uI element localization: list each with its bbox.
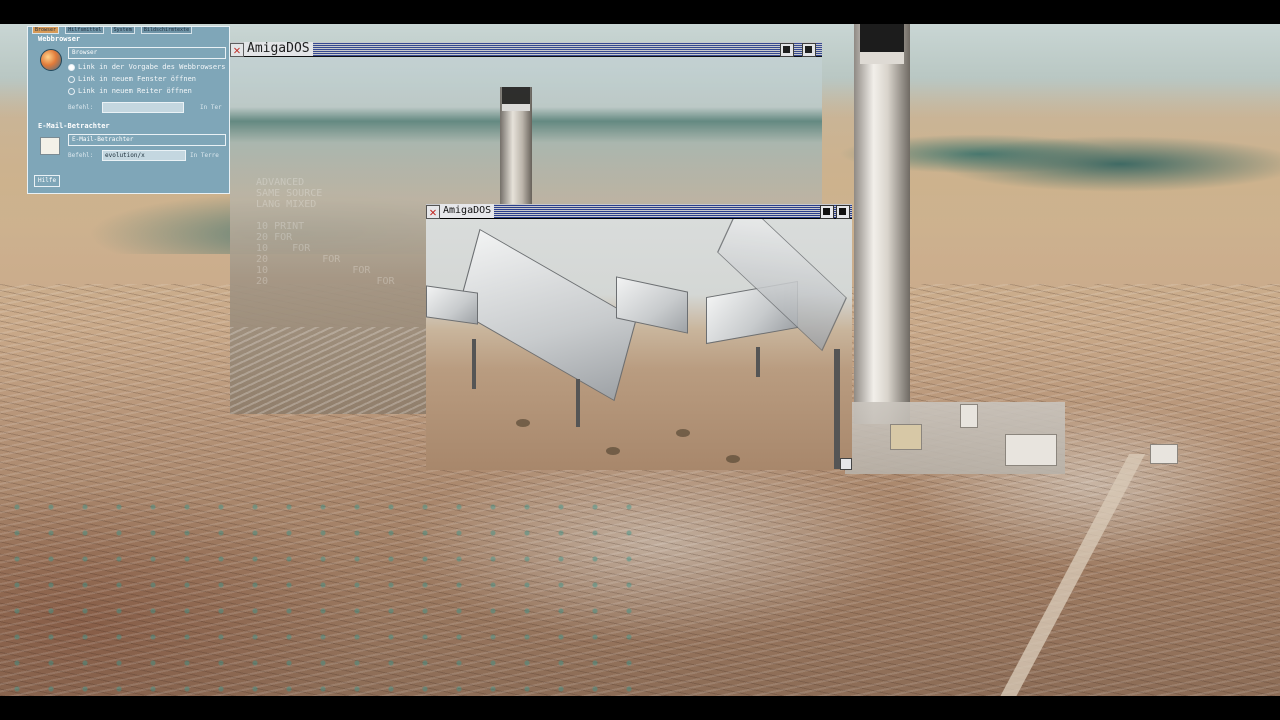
- option-link-new-window[interactable]: Link in neuem Fenster öffnen: [68, 75, 196, 83]
- preferences-window: Browser Hilfsmittel System Bildschirmtex…: [27, 26, 230, 194]
- close-gadget[interactable]: ✕: [426, 205, 440, 219]
- command-label: Befehl:: [68, 152, 94, 159]
- letterbox-bottom: [0, 696, 1280, 720]
- option-link-default[interactable]: Link in der Vorgabe des Webbrowsers öffn…: [68, 63, 229, 71]
- option-label: Link in neuem Fenster öffnen: [78, 75, 197, 83]
- amigados-window-front: ✕ AmigaDOS: [426, 204, 852, 470]
- in-front-label: In Ter: [200, 104, 222, 111]
- heliostat-post: [472, 339, 476, 389]
- plant-building: [960, 404, 978, 428]
- zoom-gadget[interactable]: [802, 43, 816, 57]
- resize-gadget[interactable]: [840, 458, 852, 470]
- mirror-pattern: [0, 494, 660, 694]
- close-gadget[interactable]: ✕: [230, 43, 244, 57]
- close-icon: ✕: [429, 205, 437, 219]
- section-heading-email: E-Mail-Betrachter: [38, 122, 110, 130]
- tab-browser[interactable]: Browser: [32, 27, 60, 34]
- plant-building: [1005, 434, 1057, 466]
- window-title: AmigaDOS: [244, 42, 313, 56]
- plant-building: [1150, 444, 1178, 464]
- in-front-label: In Terre: [190, 152, 219, 159]
- window-title: AmigaDOS: [440, 204, 495, 218]
- heliostat-panel: [426, 285, 478, 325]
- heliostat-texture: [230, 327, 430, 414]
- tab-bildschirmtexte[interactable]: Bildschirmtexte: [140, 27, 193, 34]
- depth-gadget[interactable]: [820, 205, 834, 219]
- prefs-tabs: Browser Hilfsmittel System Bildschirmtex…: [32, 27, 229, 34]
- email-command-field[interactable]: evolution/x: [102, 150, 186, 161]
- mail-icon: [40, 137, 60, 155]
- email-viewer-button[interactable]: E-Mail-Betrachter: [68, 134, 226, 146]
- browser-command-field[interactable]: [102, 102, 184, 113]
- solar-tower-cap: [860, 24, 904, 64]
- browser-button[interactable]: Browser: [68, 47, 226, 59]
- tab-hilfsmittel[interactable]: Hilfsmittel: [65, 27, 105, 34]
- help-label: Hilfe: [38, 177, 57, 184]
- heliostat-post: [756, 347, 760, 377]
- tab-system[interactable]: System: [110, 27, 135, 34]
- globe-icon: [40, 49, 62, 71]
- shrub: [676, 429, 690, 437]
- option-link-new-tab[interactable]: Link in neuem Reiter öffnen: [68, 87, 192, 95]
- command-label: Befehl:: [68, 104, 94, 111]
- heliostat-panel: [457, 228, 637, 402]
- shrub: [516, 419, 530, 427]
- plant-building: [890, 424, 922, 450]
- radio-icon: [68, 75, 75, 83]
- heliostat-post: [834, 349, 840, 469]
- section-heading-webbrowser: Webbrowser: [38, 35, 81, 43]
- ghost-code-text: ADVANCED SAME SOURCE LANG MIXED 10 PRINT…: [256, 177, 395, 287]
- radio-icon: [68, 87, 75, 95]
- depth-gadget[interactable]: [780, 43, 794, 57]
- shrub: [606, 447, 620, 455]
- solar-tower: [854, 24, 910, 424]
- zoom-gadget[interactable]: [836, 205, 850, 219]
- option-label: Link in neuem Reiter öffnen: [78, 87, 192, 95]
- window-content: [426, 219, 852, 470]
- window-titlebar[interactable]: ✕ AmigaDOS: [426, 204, 852, 219]
- close-icon: ✕: [233, 43, 241, 57]
- radio-icon: [68, 63, 75, 71]
- letterbox-top: [0, 0, 1280, 24]
- help-button[interactable]: Hilfe: [34, 175, 61, 187]
- window-titlebar[interactable]: ✕ AmigaDOS: [230, 42, 822, 57]
- option-label: Link in der Vorgabe des Webbrowsers öffn…: [78, 63, 229, 71]
- shrub: [726, 455, 740, 463]
- heliostat-post: [576, 379, 580, 427]
